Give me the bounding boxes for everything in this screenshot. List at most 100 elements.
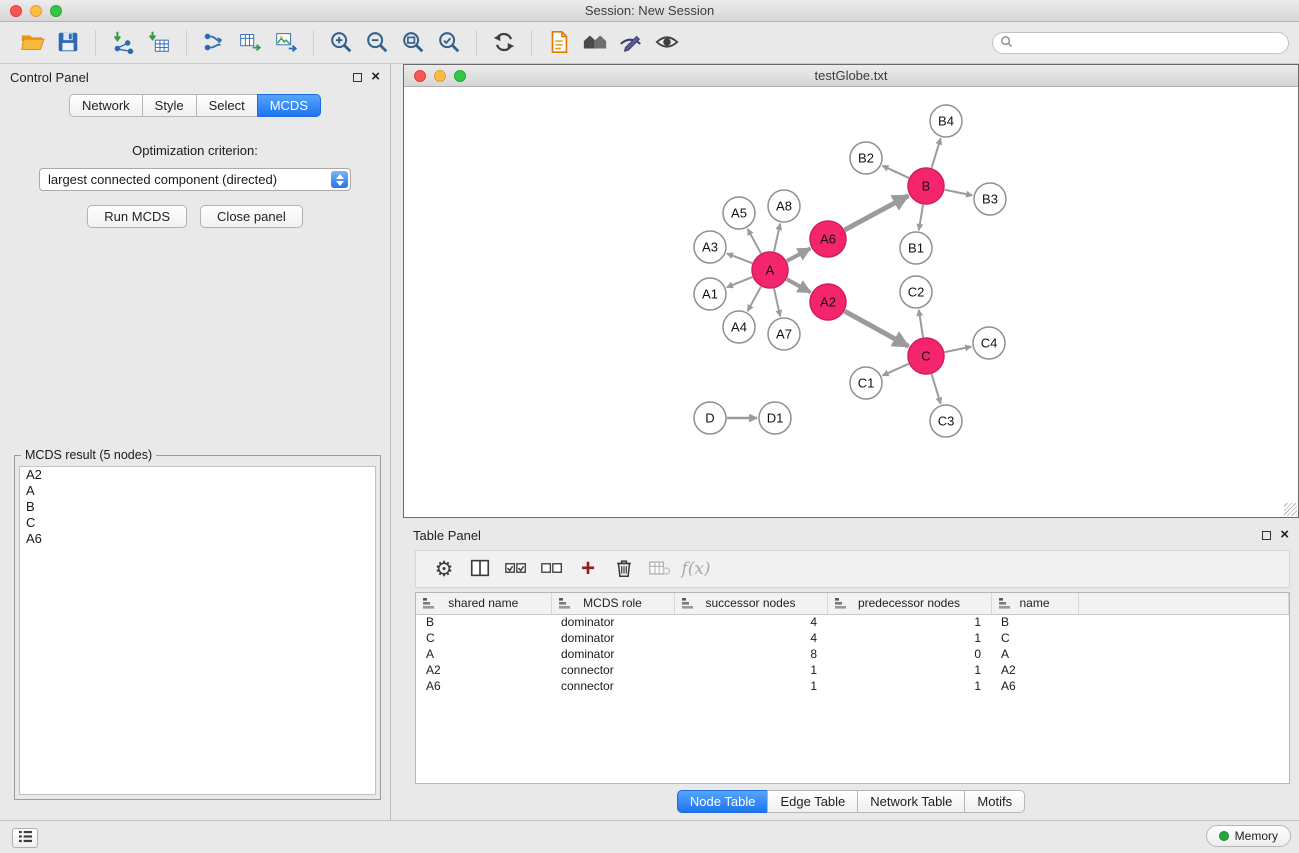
network-canvas[interactable]: AA6A2BCA1A3A5A8A4A7B1B2B3B4C1C2C3C4DD1 — [404, 87, 1298, 517]
resize-grip[interactable] — [1284, 503, 1297, 516]
table-row[interactable]: A2connector11A2 — [416, 662, 1289, 678]
table-settings-button[interactable]: ⚙ — [426, 553, 462, 585]
close-panel-icon[interactable]: × — [371, 72, 380, 82]
tab-select[interactable]: Select — [196, 94, 258, 117]
graph-node-A7[interactable]: A7 — [768, 318, 800, 350]
graph-node-A4[interactable]: A4 — [723, 311, 755, 343]
edge-A-A4[interactable] — [748, 287, 761, 311]
task-history-button[interactable] — [12, 828, 38, 848]
network-snapshot-button[interactable] — [541, 26, 577, 60]
edge-A-A7[interactable] — [774, 289, 780, 317]
tab-edge-table[interactable]: Edge Table — [767, 790, 858, 813]
zoom-network-button[interactable] — [454, 70, 466, 82]
edge-A-A8[interactable] — [774, 224, 780, 252]
edge-A-A5[interactable] — [748, 229, 761, 253]
edge-A-A1[interactable] — [727, 277, 753, 287]
tab-motifs[interactable]: Motifs — [964, 790, 1025, 813]
open-file-button[interactable] — [14, 26, 50, 60]
column-header-successor-nodes[interactable]: successor nodes — [674, 593, 827, 614]
tab-mcds[interactable]: MCDS — [257, 94, 321, 117]
graph-node-C1[interactable]: C1 — [850, 367, 882, 399]
close-window-button[interactable] — [10, 5, 22, 17]
export-image-button[interactable] — [268, 26, 304, 60]
edge-A6-B[interactable] — [845, 196, 909, 230]
graph-node-B4[interactable]: B4 — [930, 105, 962, 137]
column-header-mcds-role[interactable]: MCDS role — [551, 593, 674, 614]
import-table-from-file-button[interactable] — [141, 26, 177, 60]
graph-node-C[interactable]: C — [908, 338, 944, 374]
edge-A-A2[interactable] — [787, 279, 811, 292]
show-hide-panel-button[interactable] — [649, 26, 685, 60]
graph-node-A3[interactable]: A3 — [694, 231, 726, 263]
table-row[interactable]: Cdominator41C — [416, 630, 1289, 646]
graph-node-B3[interactable]: B3 — [974, 183, 1006, 215]
edge-A2-C[interactable] — [845, 311, 909, 346]
deselect-all-button[interactable] — [534, 553, 570, 585]
graph-node-A1[interactable]: A1 — [694, 278, 726, 310]
criterion-dropdown[interactable]: largest connected component (directed) — [39, 168, 351, 191]
table-row[interactable]: Adominator80A — [416, 646, 1289, 662]
export-network-button[interactable] — [196, 26, 232, 60]
edge-B-B3[interactable] — [945, 190, 973, 196]
tab-network[interactable]: Network — [69, 94, 143, 117]
edge-B-B4[interactable] — [932, 138, 941, 168]
delete-table-button[interactable] — [642, 553, 678, 585]
tab-network-table[interactable]: Network Table — [857, 790, 965, 813]
zoom-in-button[interactable] — [323, 26, 359, 60]
graph-node-B1[interactable]: B1 — [900, 232, 932, 264]
float-panel-icon[interactable] — [353, 73, 362, 82]
edge-A-A6[interactable] — [787, 248, 811, 261]
minimize-network-button[interactable] — [434, 70, 446, 82]
graph-node-C3[interactable]: C3 — [930, 405, 962, 437]
edge-C-C3[interactable] — [932, 374, 941, 404]
graph-node-A[interactable]: A — [752, 252, 788, 288]
graph-node-B[interactable]: B — [908, 168, 944, 204]
graph-node-A5[interactable]: A5 — [723, 197, 755, 229]
delete-row-button[interactable] — [606, 553, 642, 585]
edge-B-B2[interactable] — [882, 166, 908, 178]
network-graph[interactable]: AA6A2BCA1A3A5A8A4A7B1B2B3B4C1C2C3C4DD1 — [404, 87, 1298, 517]
column-header-shared-name[interactable]: shared name — [416, 593, 551, 614]
graph-node-A6[interactable]: A6 — [810, 221, 846, 257]
edge-C-C2[interactable] — [919, 310, 923, 337]
column-header-predecessor-nodes[interactable]: predecessor nodes — [827, 593, 991, 614]
edge-C-C4[interactable] — [945, 347, 972, 353]
show-graphics-details-button[interactable] — [613, 26, 649, 60]
minimize-window-button[interactable] — [30, 5, 42, 17]
tab-node-table[interactable]: Node Table — [677, 790, 769, 813]
graph-node-D1[interactable]: D1 — [759, 402, 791, 434]
close-table-panel-icon[interactable]: × — [1280, 530, 1289, 540]
tab-style[interactable]: Style — [142, 94, 197, 117]
table-row[interactable]: A6connector11A6 — [416, 678, 1289, 694]
zoom-selected-button[interactable] — [431, 26, 467, 60]
import-network-from-file-button[interactable] — [105, 26, 141, 60]
edge-C-C1[interactable] — [882, 364, 908, 376]
select-all-button[interactable] — [498, 553, 534, 585]
graph-node-C4[interactable]: C4 — [973, 327, 1005, 359]
show-columns-button[interactable] — [462, 553, 498, 585]
mcds-result-list[interactable]: A2ABCA6 — [19, 466, 376, 795]
run-mcds-button[interactable]: Run MCDS — [87, 205, 187, 228]
close-panel-button[interactable]: Close panel — [200, 205, 303, 228]
refresh-layout-button[interactable] — [486, 26, 522, 60]
save-session-button[interactable] — [50, 26, 86, 60]
edge-A-A3[interactable] — [727, 253, 752, 263]
search-field[interactable] — [992, 32, 1289, 54]
graph-node-B2[interactable]: B2 — [850, 142, 882, 174]
result-item[interactable]: A — [20, 483, 375, 499]
float-table-panel-icon[interactable] — [1262, 531, 1271, 540]
result-item[interactable]: A6 — [20, 531, 375, 547]
add-row-button[interactable]: + — [570, 553, 606, 585]
result-item[interactable]: C — [20, 515, 375, 531]
table-row[interactable]: Bdominator41B — [416, 614, 1289, 630]
search-input[interactable] — [1013, 34, 1288, 52]
memory-button[interactable]: Memory — [1206, 825, 1291, 847]
column-header-name[interactable]: name — [991, 593, 1078, 614]
result-item[interactable]: B — [20, 499, 375, 515]
zoom-window-button[interactable] — [50, 5, 62, 17]
zoom-out-button[interactable] — [359, 26, 395, 60]
zoom-fit-button[interactable] — [395, 26, 431, 60]
result-item[interactable]: A2 — [20, 467, 375, 483]
home-view-button[interactable] — [577, 26, 613, 60]
graph-node-A8[interactable]: A8 — [768, 190, 800, 222]
